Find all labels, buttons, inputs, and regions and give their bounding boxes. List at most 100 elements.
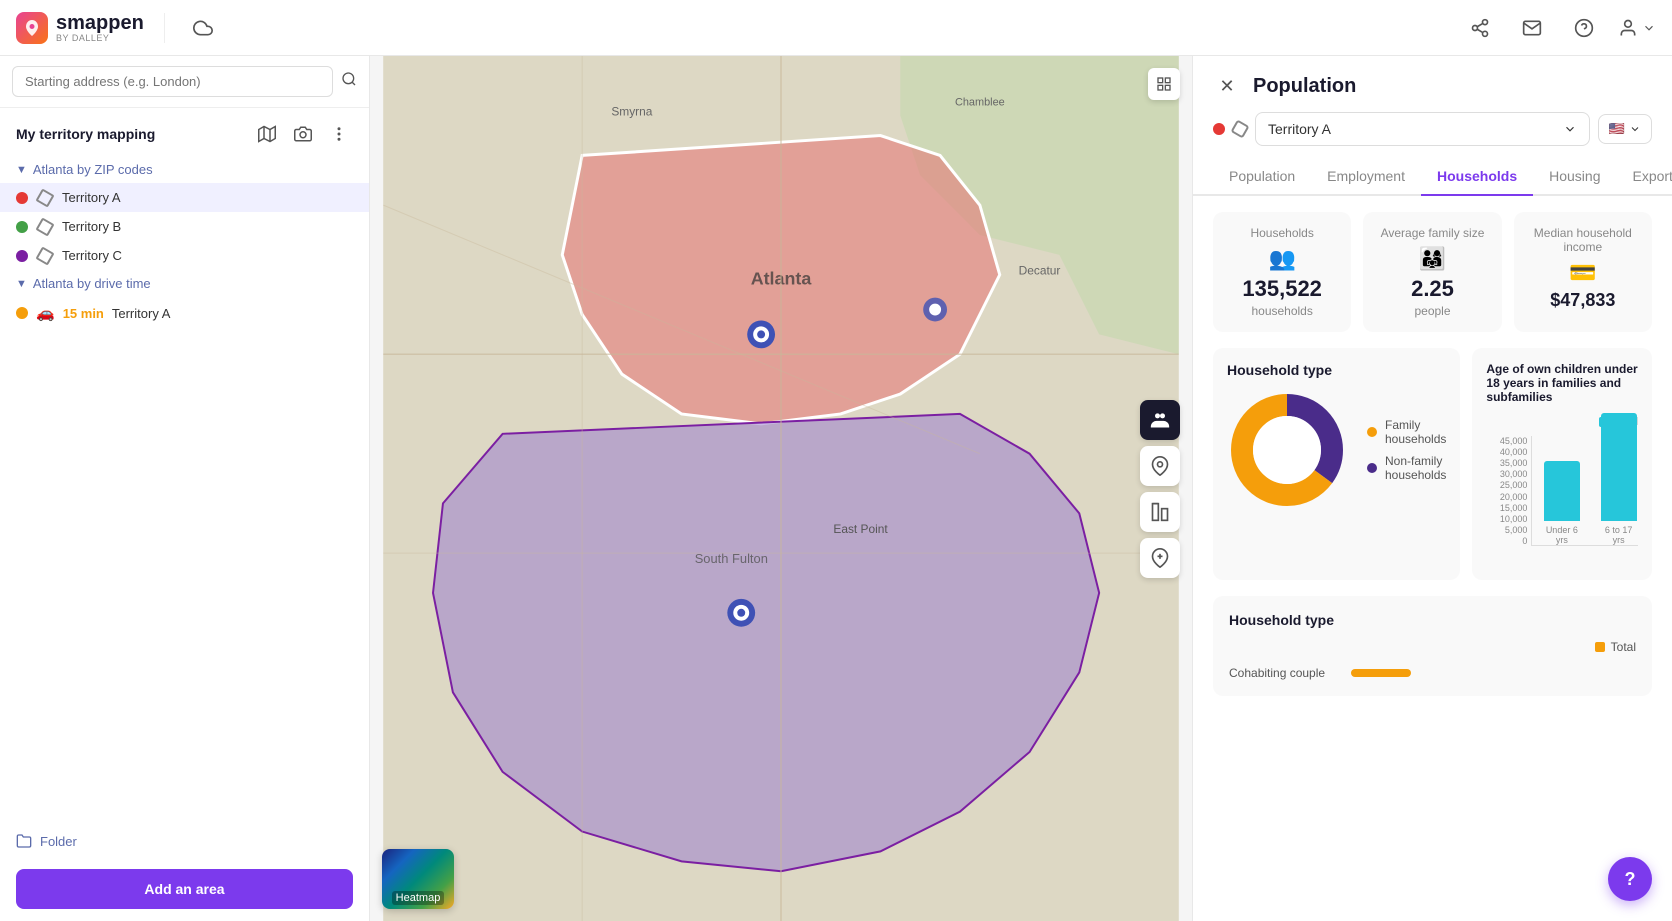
y-40000: 40,000 — [1486, 447, 1527, 457]
heatmap-label: Heatmap — [392, 891, 445, 905]
panel-tabs: Population Employment Households Housing… — [1193, 158, 1672, 196]
svg-text:Smyrna: Smyrna — [611, 105, 652, 119]
non-family-legend-label: Non-family households — [1385, 454, 1446, 482]
y-15000: 15,000 — [1486, 503, 1527, 513]
territory-b-hex — [35, 217, 54, 236]
territory-mapping-title: My territory mapping — [16, 126, 155, 142]
stat-households: Households 👥 135,522 households — [1213, 212, 1351, 332]
y-5000: 5,000 — [1486, 525, 1527, 535]
more-options-icon[interactable] — [325, 120, 353, 148]
search-input[interactable] — [12, 66, 333, 97]
donut-chart — [1227, 390, 1347, 510]
y-axis: 45,000 40,000 35,000 30,000 25,000 20,00… — [1486, 436, 1531, 546]
tab-households[interactable]: Households — [1421, 158, 1533, 196]
donut-container: Family households Non-family households — [1227, 390, 1446, 510]
households-icon: 👥 — [1268, 246, 1295, 272]
stat-median-income: Median household income 💳 $47,833 — [1514, 212, 1652, 332]
median-income-value: $47,833 — [1550, 290, 1615, 311]
legend-family: Family households — [1367, 418, 1446, 446]
household-type-bottom: Household type Total Cohabiting couple — [1213, 596, 1652, 696]
map-location-icon[interactable] — [1140, 446, 1180, 486]
drive-icon: 🚗 — [36, 304, 55, 322]
tab-population[interactable]: Population — [1213, 158, 1311, 196]
folder-button[interactable]: Folder — [0, 825, 369, 857]
age-children-chart: Age of own children under 18 years in fa… — [1472, 348, 1652, 580]
age-chart-title: Age of own children under 18 years in fa… — [1486, 362, 1638, 404]
panel-content: Households 👥 135,522 households Average … — [1193, 196, 1672, 921]
household-bottom-title: Household type — [1229, 612, 1636, 628]
donut-legend: Family households Non-family households — [1367, 418, 1446, 482]
non-family-legend-dot — [1367, 463, 1377, 473]
tab-export[interactable]: Export — [1616, 158, 1672, 196]
main-layout: My territory mapping ▼ Atlanta by ZIP co… — [0, 56, 1672, 921]
camera-icon[interactable] — [289, 120, 317, 148]
family-icon: 👨‍👩‍👧 — [1419, 246, 1446, 272]
flag-selector[interactable]: 🇺🇸 — [1598, 114, 1652, 144]
sidebar-item-territory-b[interactable]: Territory B — [0, 212, 369, 241]
panel-close-button[interactable]: ✕ — [1213, 72, 1241, 100]
drive-dot — [16, 307, 28, 319]
family-legend-dot — [1367, 427, 1377, 437]
folder-label: Folder — [40, 834, 77, 849]
heatmap-thumbnail[interactable]: Heatmap — [382, 849, 454, 909]
tab-employment[interactable]: Employment — [1311, 158, 1421, 196]
svg-text:Chamblee: Chamblee — [955, 97, 1005, 109]
sidebar-item-drive-time[interactable]: 🚗 15 min Territory A — [0, 297, 369, 329]
territory-a-dot — [16, 192, 28, 204]
territory-c-label: Territory C — [62, 248, 122, 263]
right-panel: ✕ Population Territory A 🇺🇸 Population E… — [1192, 56, 1672, 921]
svg-text:East Point: East Point — [833, 522, 888, 536]
group-drive-label: Atlanta by drive time — [33, 276, 151, 291]
sidebar-item-territory-c[interactable]: Territory C — [0, 241, 369, 270]
territory-selector: Territory A 🇺🇸 — [1193, 100, 1672, 158]
logo-sub: BY DALLEY — [56, 34, 144, 44]
map-add-location-icon[interactable] — [1140, 538, 1180, 578]
map-view-toggle[interactable] — [1148, 68, 1180, 100]
map-people-icon[interactable] — [1140, 400, 1180, 440]
y-35000: 35,000 — [1486, 458, 1527, 468]
group-zip-label: Atlanta by ZIP codes — [33, 162, 153, 177]
map-icon[interactable] — [253, 120, 281, 148]
search-bar — [0, 56, 369, 108]
flag-emoji: 🇺🇸 — [1609, 121, 1625, 137]
map-container: Atlanta Smyrna Chamblee Decatur South Fu… — [370, 56, 1192, 921]
map-building-icon[interactable] — [1140, 492, 1180, 532]
share-icon[interactable] — [1462, 10, 1498, 46]
map-controls — [1140, 400, 1180, 578]
territory-c-hex — [35, 246, 54, 265]
cloud-icon[interactable] — [185, 10, 221, 46]
add-area-button[interactable]: Add an area — [16, 869, 353, 909]
bars-container: Under 6 yrs 6 to 17 yrs — [1531, 436, 1638, 546]
bar-group-under6: Under 6 yrs — [1540, 461, 1583, 545]
y-45000: 45,000 — [1486, 436, 1527, 446]
household-type-donut: Household type Family house — [1213, 348, 1460, 580]
user-menu[interactable] — [1618, 18, 1656, 38]
territory-b-label: Territory B — [62, 219, 121, 234]
bar-label-6to17: 6 to 17 yrs — [1599, 525, 1638, 545]
mail-icon[interactable] — [1514, 10, 1550, 46]
svg-text:Decatur: Decatur — [1019, 264, 1061, 278]
help-icon[interactable] — [1566, 10, 1602, 46]
search-icon[interactable] — [341, 71, 357, 92]
bottom-chart-legend: Total — [1229, 640, 1636, 654]
drive-chevron-down-icon: ▼ — [16, 278, 27, 290]
sidebar-item-territory-a[interactable]: Territory A — [0, 183, 369, 212]
map-background: Atlanta Smyrna Chamblee Decatur South Fu… — [370, 56, 1192, 921]
territory-list: ▼ Atlanta by ZIP codes Territory A Terri… — [0, 156, 369, 825]
support-button[interactable]: ? — [1608, 857, 1652, 901]
tab-housing[interactable]: Housing — [1533, 158, 1616, 196]
drive-time-label: 15 min — [63, 306, 104, 321]
households-label: Households — [1250, 226, 1313, 240]
territory-selected-label: Territory A — [1268, 121, 1331, 137]
dropdown-chevron-icon — [1563, 122, 1577, 136]
territory-dropdown[interactable]: Territory A — [1255, 112, 1590, 146]
stat-avg-family: Average family size 👨‍👩‍👧 2.25 people — [1363, 212, 1501, 332]
avg-family-value: 2.25 — [1411, 276, 1454, 302]
donut-title: Household type — [1227, 362, 1446, 378]
header: smappen BY DALLEY — [0, 0, 1672, 56]
households-value: 135,522 — [1242, 276, 1322, 302]
group-zip-codes[interactable]: ▼ Atlanta by ZIP codes — [0, 156, 369, 183]
panel-header: ✕ Population — [1193, 56, 1672, 100]
chevron-down-icon: ▼ — [16, 164, 27, 176]
group-drive-time[interactable]: ▼ Atlanta by drive time — [0, 270, 369, 297]
